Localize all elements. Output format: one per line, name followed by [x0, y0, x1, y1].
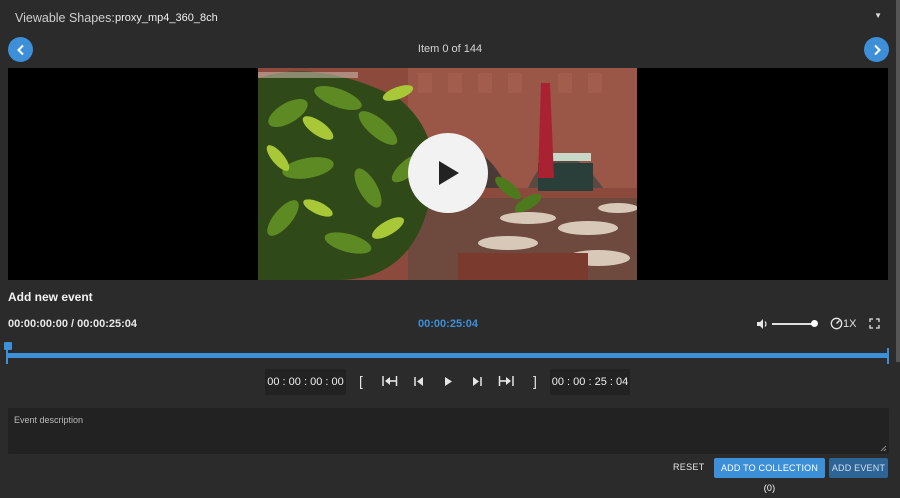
timeline-track[interactable] — [8, 353, 889, 358]
video-player[interactable] — [8, 68, 888, 280]
next-frame-button[interactable] — [468, 373, 486, 389]
fullscreen-icon[interactable] — [869, 318, 880, 329]
reset-button[interactable]: RESET — [673, 462, 705, 472]
step-back-icon — [414, 376, 423, 386]
mark-in-button[interactable]: [ — [352, 373, 370, 389]
step-forward-icon — [473, 376, 482, 386]
item-navigation: Item 0 of 144 — [0, 34, 900, 66]
shapes-bar: Viewable Shapes: proxy_mp4_360_8ch ▼ — [0, 0, 900, 34]
next-item-button[interactable] — [864, 37, 889, 62]
timeline-out-marker[interactable] — [887, 348, 889, 364]
mark-out-button[interactable]: ] — [526, 373, 544, 389]
volume-icon[interactable] — [756, 318, 769, 330]
shapes-select[interactable]: proxy_mp4_360_8ch ▼ — [111, 0, 891, 34]
page-scrollbar[interactable] — [896, 0, 900, 362]
in-timecode-field[interactable]: 00 : 00 : 00 : 00 — [265, 369, 346, 395]
play-overlay-button[interactable] — [408, 133, 488, 213]
skip-to-out-icon — [498, 376, 514, 386]
event-panel-title: Add new event — [8, 290, 93, 304]
play-icon — [439, 161, 459, 185]
previous-frame-button[interactable] — [410, 373, 428, 389]
shapes-label: Viewable Shapes: — [15, 11, 115, 25]
chevron-right-icon — [873, 44, 881, 55]
add-to-collection-button[interactable]: ADD TO COLLECTION (0) — [714, 458, 825, 493]
volume-slider-track[interactable] — [772, 323, 816, 325]
out-timecode-field[interactable]: 00 : 00 : 25 : 04 — [550, 369, 630, 395]
go-to-in-button[interactable] — [381, 373, 399, 389]
item-counter: Item 0 of 144 — [417, 43, 483, 55]
playback-speed-label[interactable]: 1X — [843, 318, 856, 330]
caret-down-icon: ▼ — [874, 11, 882, 20]
play-small-icon — [445, 376, 452, 386]
event-description-field[interactable]: Event description — [8, 408, 889, 454]
shapes-select-value: proxy_mp4_360_8ch — [115, 12, 218, 24]
skip-to-in-icon — [382, 376, 398, 386]
go-to-out-button[interactable] — [497, 373, 515, 389]
speed-icon[interactable] — [830, 317, 843, 330]
volume-slider-handle[interactable] — [811, 320, 818, 327]
event-description-placeholder: Event description — [14, 415, 84, 425]
add-event-button[interactable]: ADD EVENT — [829, 458, 888, 478]
resize-grip-icon[interactable] — [880, 445, 887, 452]
play-button[interactable] — [439, 373, 457, 389]
